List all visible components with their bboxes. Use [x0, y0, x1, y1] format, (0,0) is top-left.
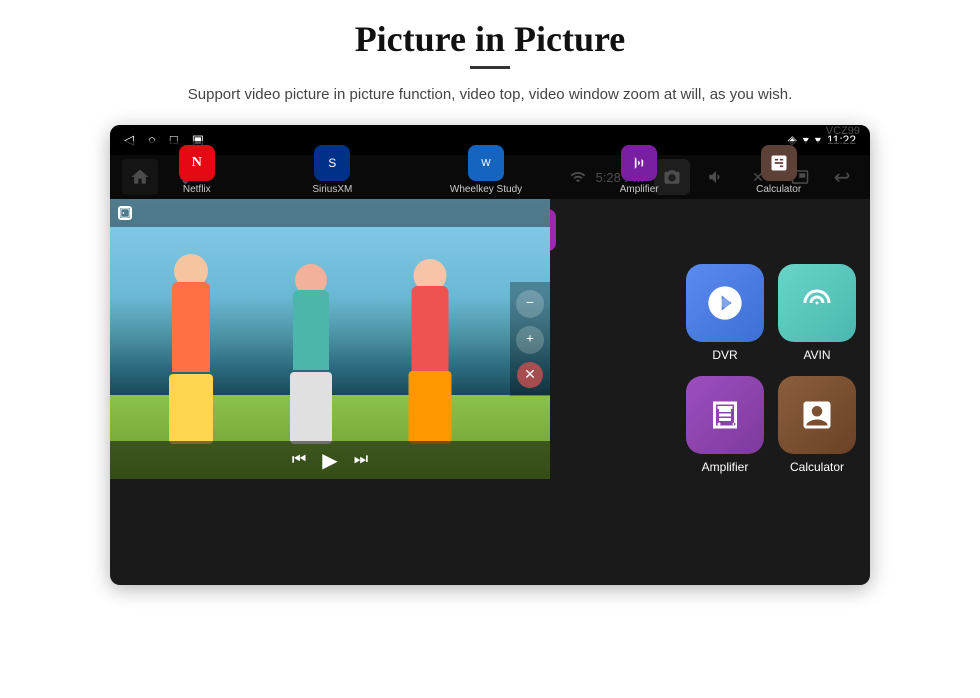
avin-icon-box [778, 264, 856, 342]
avin-app-item[interactable]: AVIN [778, 264, 856, 362]
taskbar-calculator[interactable]: Calculator [756, 145, 801, 195]
siriusxm-label: SiriusXM [312, 184, 352, 195]
pip-resize-controls: − + ✕ [510, 282, 550, 396]
calculator-icon-box [778, 376, 856, 454]
taskbar-amplifier[interactable]: Amplifier [620, 145, 659, 195]
taskbar-calculator-label: Calculator [756, 184, 801, 195]
pip-video: − + ✕ ⏮ ▶ ⏭ [110, 199, 550, 479]
device-frame: ◁ ○ □ ▣ ◈ ▾ ▾ 11:22 [110, 125, 870, 585]
calculator-app-item[interactable]: Calculator [778, 376, 856, 474]
pip-prev-button[interactable]: ⏮ [292, 451, 306, 469]
page-title: Picture in Picture [355, 18, 626, 60]
pip-container[interactable]: − + ✕ ⏮ ▶ ⏭ [110, 199, 550, 479]
pip-controls-bar: ⏮ ▶ ⏭ [110, 441, 550, 479]
pip-play-button[interactable]: ▶ [322, 448, 337, 473]
pip-close-button[interactable]: ✕ [517, 362, 543, 388]
taskbar-wheelkey[interactable]: W Wheelkey Study [450, 145, 522, 195]
taskbar-amplifier-icon [621, 145, 657, 181]
scene-figures [130, 224, 490, 444]
pip-next-button[interactable]: ⏭ [354, 451, 368, 469]
taskbar-amplifier-label: Amplifier [620, 184, 659, 195]
pip-record-icon [118, 206, 132, 220]
dvr-label: DVR [712, 348, 737, 362]
wheelkey-label: Wheelkey Study [450, 184, 522, 195]
taskbar-siriusxm[interactable]: S SiriusXM [312, 145, 352, 195]
figure-2 [286, 264, 336, 444]
calculator-label: Calculator [790, 460, 844, 474]
dvr-app-item[interactable]: DVR [686, 264, 764, 362]
pip-top-bar [110, 199, 550, 227]
wheelkey-icon: W [468, 145, 504, 181]
watermark: VCZ99 [826, 125, 860, 137]
figure-1 [164, 254, 219, 444]
page-wrapper: Picture in Picture Support video picture… [0, 0, 980, 698]
taskbar: N Netflix S SiriusXM W Wheelkey Study [110, 141, 870, 199]
dvr-icon-box [686, 264, 764, 342]
amplifier-icon-box [686, 376, 764, 454]
taskbar-netflix[interactable]: N Netflix [179, 145, 215, 195]
main-icons-row-2: Amplifier Calculator [686, 376, 856, 474]
main-icons-row-1: DVR AVIN [686, 264, 856, 362]
netflix-label: Netflix [183, 184, 211, 195]
title-divider [470, 66, 510, 69]
amplifier-label: Amplifier [702, 460, 749, 474]
taskbar-calculator-icon [761, 145, 797, 181]
page-subtitle: Support video picture in picture functio… [188, 83, 792, 107]
amplifier-app-item[interactable]: Amplifier [686, 376, 764, 474]
figure-3 [404, 259, 456, 444]
pip-plus-button[interactable]: + [516, 326, 544, 354]
siriusxm-icon: S [314, 145, 350, 181]
netflix-icon: N [179, 145, 215, 181]
pip-minus-button[interactable]: − [516, 290, 544, 318]
avin-label: AVIN [803, 348, 830, 362]
